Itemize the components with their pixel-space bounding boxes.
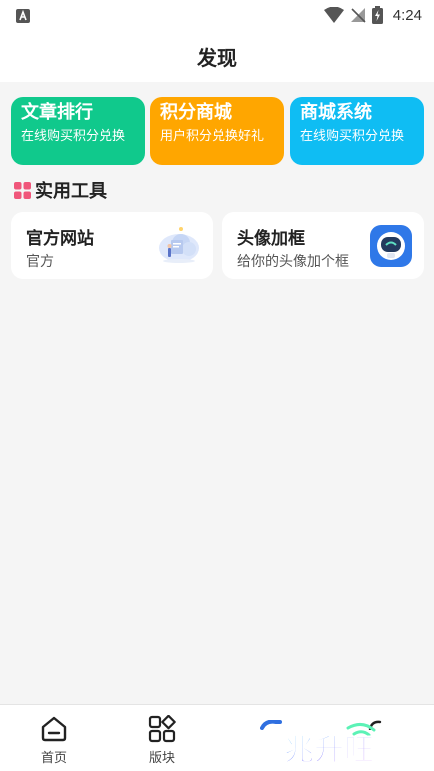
tool-official-website[interactable]: 官方网站 官方: [11, 212, 213, 279]
tab-home[interactable]: 首页: [0, 705, 108, 771]
card-title: 积分商城: [160, 102, 232, 123]
feature-cards: 文章排行 在线购买积分兑换 积分商城 用户积分兑换好礼 商城系统 在线购买积分兑…: [11, 97, 424, 165]
page-header: 发现: [0, 30, 434, 82]
page-title: 发现: [197, 45, 237, 70]
robot-avatar-icon: [370, 225, 412, 271]
tool-subtitle: 给你的头像加个框: [237, 254, 349, 270]
card-points-mall[interactable]: 积分商城 用户积分兑换好礼: [150, 97, 284, 165]
card-article-ranking[interactable]: 文章排行 在线购买积分兑换: [11, 97, 145, 165]
app-notification-icon: [16, 8, 30, 23]
card-subtitle: 用户积分兑换好礼: [160, 129, 265, 144]
home-icon: [40, 715, 68, 743]
section-title: 实用工具: [14, 178, 107, 202]
status-icons: 4:24: [323, 5, 422, 25]
card-mall-system[interactable]: 商城系统 在线购买积分兑换: [290, 97, 424, 165]
card-subtitle: 在线购买积分兑换: [21, 129, 126, 144]
tool-title: 官方网站: [26, 229, 94, 249]
tool-title: 头像加框: [237, 229, 305, 249]
tab-label: 版块: [148, 751, 175, 766]
tool-subtitle: 官方: [26, 254, 54, 270]
watermark-logo: 兆升旺: [282, 718, 386, 769]
card-title: 商城系统: [300, 102, 372, 123]
website-illustration-icon: [157, 224, 201, 270]
card-subtitle: 在线购买积分兑换: [300, 129, 405, 144]
svg-text:兆升旺: 兆升旺: [284, 733, 374, 768]
no-signal-icon: [350, 8, 366, 23]
tool-avatar-frame[interactable]: 头像加框 给你的头像加个框: [222, 212, 424, 279]
tab-label: 首页: [40, 751, 67, 766]
card-title: 文章排行: [21, 102, 93, 123]
grid-icon: [148, 714, 176, 743]
grid-squares-icon: [14, 181, 31, 199]
battery-charging-icon: [371, 6, 383, 24]
status-bar: 4:24: [0, 0, 434, 30]
tab-sections[interactable]: 版块: [108, 705, 216, 771]
wifi-icon: [323, 7, 344, 23]
status-time: 4:24: [392, 6, 422, 24]
section-label: 实用工具: [35, 181, 107, 202]
